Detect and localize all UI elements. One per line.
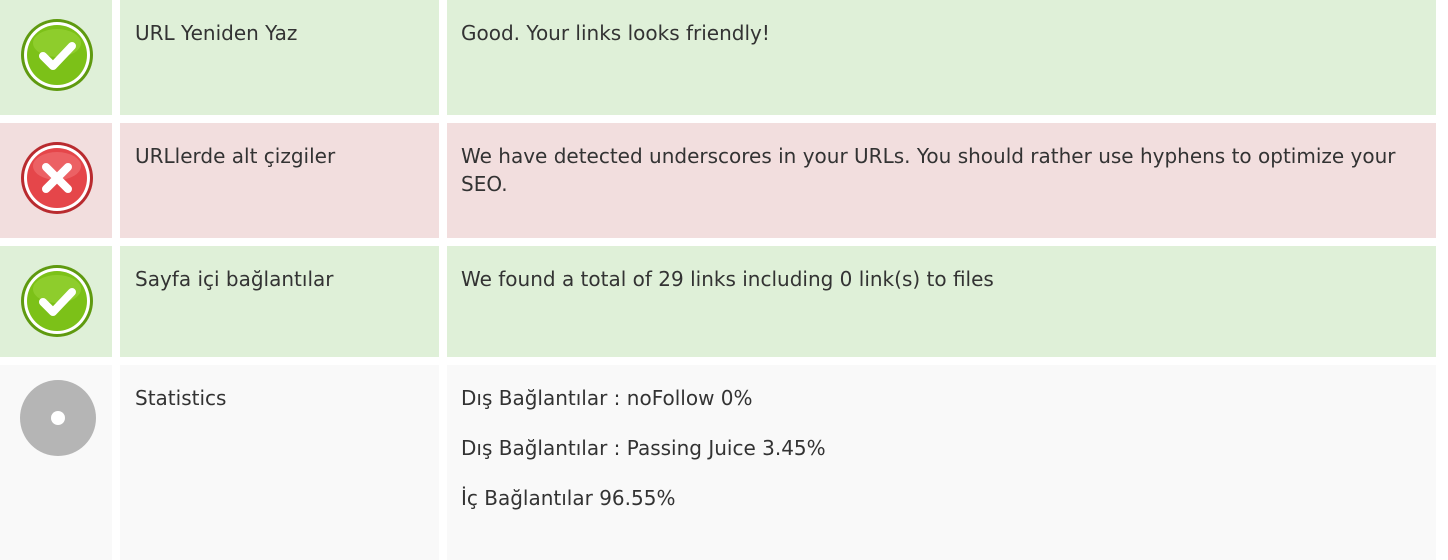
result-row-internal-links: Sayfa içi bağlantılar We found a total o… — [0, 246, 1448, 357]
seo-results-table: URL Yeniden Yaz Good. Your links looks f… — [0, 0, 1448, 560]
status-cell — [0, 246, 112, 357]
check-name: URLlerde alt çizgiler — [120, 123, 439, 238]
check-description: We have detected underscores in your URL… — [447, 123, 1436, 238]
check-description: Good. Your links looks friendly! — [447, 0, 1436, 115]
result-row-statistics: Statistics Dış Bağlantılar : noFollow 0%… — [0, 365, 1448, 560]
stat-internal-links: İç Bağlantılar 96.55% — [461, 486, 676, 510]
stat-external-passing-juice: Dış Bağlantılar : Passing Juice 3.45% — [461, 436, 826, 460]
check-name: Statistics — [120, 365, 439, 560]
status-cell — [0, 365, 112, 560]
statistics-list: Dış Bağlantılar : noFollow 0% Dış Bağlan… — [447, 365, 1436, 560]
error-x-icon — [19, 140, 95, 216]
stat-external-nofollow: Dış Bağlantılar : noFollow 0% — [461, 386, 753, 410]
check-name: URL Yeniden Yaz — [120, 0, 439, 115]
result-row-url-rewrite: URL Yeniden Yaz Good. Your links looks f… — [0, 0, 1448, 115]
check-icon — [19, 17, 95, 93]
check-icon — [19, 263, 95, 339]
neutral-dot-icon — [20, 380, 96, 456]
check-name: Sayfa içi bağlantılar — [120, 246, 439, 357]
status-cell — [0, 123, 112, 238]
check-description-text: We have detected underscores in your URL… — [461, 144, 1396, 196]
status-cell — [0, 0, 112, 115]
result-row-underscores: URLlerde alt çizgiler We have detected u… — [0, 123, 1448, 238]
check-description: We found a total of 29 links including 0… — [447, 246, 1436, 357]
